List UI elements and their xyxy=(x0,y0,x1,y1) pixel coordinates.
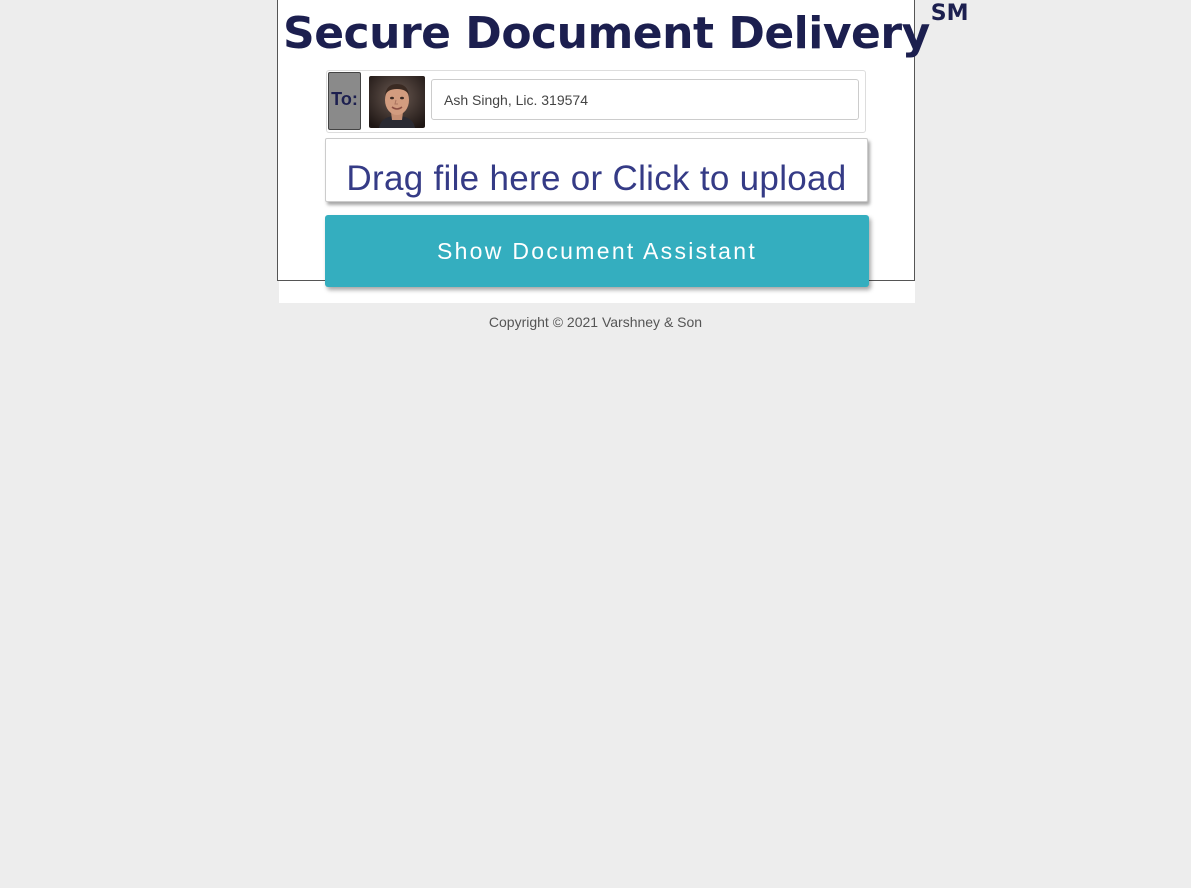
avatar-photo-icon xyxy=(369,76,425,128)
upload-label: Drag file here or Click to upload xyxy=(346,159,847,198)
file-upload-dropzone[interactable]: Drag file here or Click to upload xyxy=(325,138,868,202)
show-document-assistant-button[interactable]: Show Document Assistant xyxy=(325,215,869,287)
recipient-input[interactable] xyxy=(431,79,859,120)
copyright-text: Copyright © 2021 Varshney & Son xyxy=(488,314,703,330)
service-mark: SM xyxy=(930,1,969,26)
page-title: Secure Document DeliverySM xyxy=(283,3,969,62)
recipient-row: To: xyxy=(326,70,866,133)
avatar xyxy=(369,76,425,128)
to-label: To: xyxy=(328,72,361,130)
title-text: Secure Document Delivery xyxy=(283,8,930,59)
